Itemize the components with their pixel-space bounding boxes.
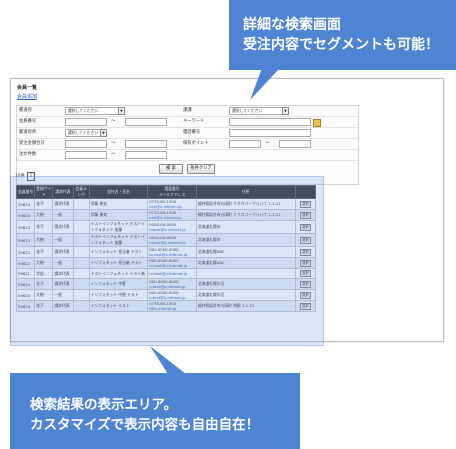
bottom-callout: 検索結果の表示エリア。 カスタマイズで表示内容も自由自在！: [10, 373, 300, 449]
keyword-input[interactable]: [229, 118, 311, 126]
search-row: 都道府 選択してください ▼ 課課 選択してください ▼: [17, 106, 358, 117]
prefecture-select[interactable]: 選択してください ▼: [65, 107, 125, 115]
search-row: 注文件数 〜: [17, 150, 358, 161]
orders-from-input[interactable]: [65, 151, 107, 159]
search-label: 都道府: [19, 108, 32, 113]
top-callout: 詳細な検索画面 受注内容でセグメントも可能！: [229, 0, 456, 70]
search-panel: 都道府 選択してください ▼ 課課 選択してください ▼ 会員番号 〜 キーワー…: [16, 105, 359, 185]
chevron-down-icon[interactable]: ▼: [282, 107, 289, 115]
chevron-down-icon[interactable]: ▼: [118, 107, 125, 115]
callout-line: 詳細な検索画面: [243, 17, 341, 33]
range-tilde: 〜: [265, 141, 270, 146]
range-tilde: 〜: [111, 141, 116, 146]
search-label: 課課: [183, 108, 192, 113]
search-label: キーワード: [183, 119, 205, 124]
callout-line: カスタマイズで表示内容も自由自在！: [30, 417, 260, 433]
callout-line: 検索結果の表示エリア。: [30, 397, 178, 413]
calendar-icon[interactable]: [313, 119, 321, 127]
section-select[interactable]: 選択してください ▼: [229, 107, 289, 115]
amount-to-input[interactable]: [125, 140, 167, 148]
search-label: 受注金額合計: [19, 141, 45, 146]
search-label: 電話番号: [183, 130, 201, 135]
select-value: 選択してください: [68, 108, 99, 113]
chevron-down-icon[interactable]: ▼: [100, 129, 107, 137]
amount-from-input[interactable]: [65, 140, 107, 148]
callout-line: 受注内容でセグメントも可能！: [243, 37, 439, 53]
select-value: 選択してください: [232, 108, 263, 113]
clear-button[interactable]: 条件クリア: [187, 164, 215, 174]
prefecture-select-2[interactable]: 選択してください ▼: [65, 129, 107, 137]
member-id-from-input[interactable]: [65, 118, 107, 126]
bottom-callout-pointer: [150, 346, 186, 374]
results-highlight-overlay: [10, 176, 324, 346]
page-title: 会員一覧: [17, 85, 38, 91]
search-row: 受注金額合計 〜 保有ポイント 〜: [17, 139, 358, 150]
search-label: 都道府県: [19, 130, 37, 135]
search-label: 注文件数: [19, 152, 37, 157]
search-label: 会員番号: [19, 119, 37, 124]
range-tilde: 〜: [111, 119, 116, 124]
search-row: 都道府県 選択してください ▼ 電話番号: [17, 128, 358, 139]
search-label: 保有ポイント: [183, 141, 209, 146]
search-button[interactable]: 検 索: [159, 164, 183, 174]
points-from-input[interactable]: [229, 140, 261, 148]
member-id-to-input[interactable]: [125, 118, 167, 126]
select-value: 選択してください: [68, 130, 99, 135]
search-row: 会員番号 〜 キーワード: [17, 117, 358, 128]
range-tilde: 〜: [111, 152, 116, 157]
phone-input[interactable]: [229, 129, 311, 137]
orders-to-input[interactable]: [125, 151, 167, 159]
points-to-input[interactable]: [279, 140, 311, 148]
add-member-link[interactable]: 会員追加: [17, 93, 37, 100]
